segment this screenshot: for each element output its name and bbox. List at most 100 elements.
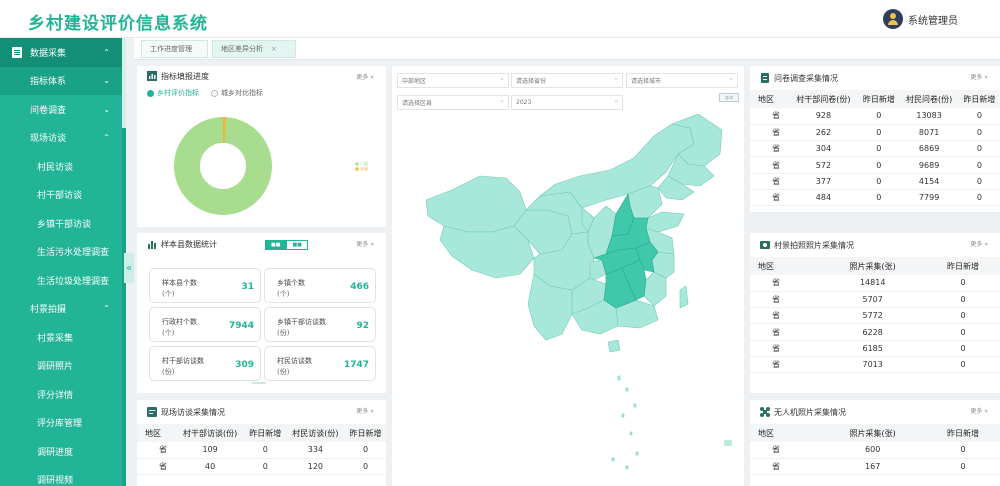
stat-card[interactable]: 村干部访谈数 (份) 309: [149, 346, 261, 381]
table-row[interactable]: 省 167 0: [750, 458, 1000, 476]
panel-title: 问卷调查采集情况: [774, 73, 838, 83]
sidebar-item[interactable]: 调研视频: [0, 466, 126, 486]
stat-value: 1747: [343, 360, 369, 370]
table-row[interactable]: 省 6185 0: [750, 340, 1000, 357]
table-row[interactable]: 省 377 0 4154 0: [750, 173, 1000, 190]
table-cell: 省: [750, 356, 820, 374]
table-row[interactable]: 省 14814 0: [750, 275, 1000, 292]
map-region-taiwan[interactable]: [679, 285, 689, 309]
table-cell: 省: [137, 458, 176, 476]
column-header: 村干部访谈(份): [175, 424, 245, 442]
table-cell: 7013: [819, 356, 927, 374]
panel-header: 问卷调查采集情况 更多 »: [750, 66, 1000, 90]
sidebar-item[interactable]: 村干部访谈: [0, 181, 126, 210]
stat-card[interactable]: 行政村个数 (个) 7944: [149, 307, 261, 342]
sidebar-item[interactable]: 村民访谈: [0, 152, 126, 181]
more-link[interactable]: 更多 »: [970, 239, 988, 248]
radio-urban-rural-indicator[interactable]: 城乡对比指标: [211, 88, 263, 98]
stat-card[interactable]: 村民访谈数 (份) 1747: [264, 346, 376, 381]
map-region-tibet[interactable]: [439, 225, 535, 279]
more-link[interactable]: 更多 »: [356, 72, 374, 81]
county-select[interactable]: 请选择区县: [397, 95, 509, 110]
table-cell: 0: [958, 124, 1000, 142]
sidebar-item-label: 评分库管理: [37, 419, 83, 430]
questionnaire-table: 地区 村干部问卷(份) 昨日新增 村民问卷(份) 昨日新增 省 928 0 13083 0 省 26…: [750, 90, 1000, 207]
column-header: 昨日新增: [244, 424, 286, 442]
table-row[interactable]: 省 600 0: [750, 442, 1000, 459]
table-row[interactable]: 省 928 0 13083 0: [750, 108, 1000, 125]
tab-region-diff[interactable]: 地区差异分析 ×: [212, 40, 296, 58]
sidebar-item-label: 数据采集: [30, 48, 67, 59]
panel-title: 村景拍照照片采集情况: [774, 240, 854, 250]
map-region-shandong[interactable]: [645, 211, 685, 233]
sidebar-item-label: 生活垃圾处理调查: [37, 276, 110, 287]
table-row[interactable]: 省 572 0 9689 0: [750, 156, 1000, 174]
table-cell: 0: [958, 156, 1000, 174]
sidebar-item[interactable]: 评分库管理: [0, 409, 126, 438]
interview-table: 地区 村干部访谈(份) 昨日新增 村民访谈(份) 昨日新增 省 109 0 334 0 省 40 0 1…: [137, 424, 386, 476]
table-row[interactable]: 省 262 0 8071 0: [750, 124, 1000, 142]
region-select[interactable]: 中部地区: [397, 73, 509, 88]
stat-card[interactable]: 乡镇个数 (个) 466: [264, 268, 376, 303]
query-button[interactable]: 查询: [719, 93, 739, 102]
sidebar: 数据采集 ⌃ 指标体系 ⌄ 问卷调查 ⌄ 现场访谈 ⌃ 村民访谈 村干部访谈乡镇干部访谈生活污水处…: [0, 38, 126, 486]
table-cell: 304: [788, 140, 859, 158]
more-link[interactable]: 更多 »: [356, 406, 374, 415]
table-row[interactable]: 省 5707 0: [750, 291, 1000, 309]
city-select[interactable]: 请选择城市: [626, 73, 738, 88]
sidebar-item[interactable]: 现场访谈 ⌃: [0, 124, 126, 153]
toggle-option-a[interactable]: ■■: [265, 240, 287, 250]
radio-rural-indicator[interactable]: 乡村评价指标: [147, 88, 199, 98]
close-icon[interactable]: ×: [271, 45, 277, 53]
stat-card[interactable]: 乡镇干部访谈数 (份) 92: [264, 307, 376, 342]
top-header: 乡村建设评价信息系统 系统管理员: [0, 0, 1000, 38]
sidebar-item-label: 乡镇干部访谈: [37, 219, 92, 230]
table-row[interactable]: 省 40 0 120 0: [137, 458, 386, 476]
sidebar-item-label: 生活污水处理调查: [37, 248, 110, 259]
user-menu[interactable]: 系统管理员: [883, 9, 958, 29]
table-row[interactable]: 省 304 0 6869 0: [750, 140, 1000, 158]
stat-label: 样本县个数: [162, 279, 197, 287]
table-cell: 省: [750, 458, 820, 476]
table-cell: 省: [750, 173, 789, 190]
toggle-option-b[interactable]: ■■: [286, 240, 308, 250]
province-select[interactable]: 请选择省份: [511, 73, 623, 88]
tab-work-progress[interactable]: 工作进度管理: [141, 40, 208, 58]
map-region-hainan[interactable]: [607, 339, 621, 353]
progress-panel: 指标填报进度 更多 » 乡村评价指标 城乡对比指标 ■ 已填 ■ 未填: [137, 66, 386, 227]
village-photo-table: 地区 照片采集(张) 昨日新增 省 14814 0 省 5707 0 省 5772 0 省 6228 0 省…: [750, 257, 1000, 374]
collapse-sidebar-button[interactable]: «: [124, 253, 134, 283]
sidebar-item[interactable]: 调研照片: [0, 352, 126, 381]
sidebar-item[interactable]: 生活污水处理调查: [0, 238, 126, 267]
map-region-fujian[interactable]: [643, 271, 667, 307]
chevron-icon: ⌃: [103, 47, 110, 57]
sidebar-item[interactable]: 指标体系 ⌄: [0, 66, 126, 95]
more-link[interactable]: 更多 »: [970, 406, 988, 415]
more-link[interactable]: 更多 »: [970, 72, 988, 81]
sidebar-item[interactable]: 村景采集: [0, 323, 126, 352]
map-region-xinjiang[interactable]: [425, 175, 527, 233]
table-cell: 7799: [899, 189, 959, 207]
sidebar-item[interactable]: 数据采集 ⌃: [0, 38, 126, 67]
table-row[interactable]: 省 109 0 334 0: [137, 442, 386, 459]
sidebar-item[interactable]: 乡镇干部访谈: [0, 209, 126, 238]
panel-title: 现场访谈采集情况: [161, 407, 225, 417]
stat-card[interactable]: 样本县个数 (个) 31: [149, 268, 261, 303]
column-header: 地区: [137, 424, 176, 442]
year-select[interactable]: 2023: [511, 95, 623, 110]
stat-label: 行政村个数: [162, 318, 197, 326]
questionnaire-panel: 问卷调查采集情况 更多 » 地区 村干部问卷(份) 昨日新增 村民问卷(份) 昨日新增 …: [750, 66, 1000, 212]
more-link[interactable]: 更多 »: [356, 239, 374, 248]
table-row[interactable]: 省 484 0 7799 0: [750, 189, 1000, 207]
carousel-indicator[interactable]: [252, 382, 266, 384]
table-row[interactable]: 省 5772 0: [750, 307, 1000, 325]
sidebar-item[interactable]: 评分详情: [0, 380, 126, 409]
sidebar-item[interactable]: 问卷调查 ⌄: [0, 95, 126, 124]
table-row[interactable]: 省 7013 0: [750, 356, 1000, 374]
column-header: 昨日新增: [344, 424, 386, 442]
sidebar-item[interactable]: 生活垃圾处理调查: [0, 266, 126, 295]
table-row[interactable]: 省 6228 0: [750, 323, 1000, 341]
sidebar-item[interactable]: 调研进度: [0, 437, 126, 466]
sidebar-item[interactable]: 村景拍摄 ⌃: [0, 295, 126, 324]
sidebar-scroll-thumb[interactable]: [122, 38, 126, 128]
